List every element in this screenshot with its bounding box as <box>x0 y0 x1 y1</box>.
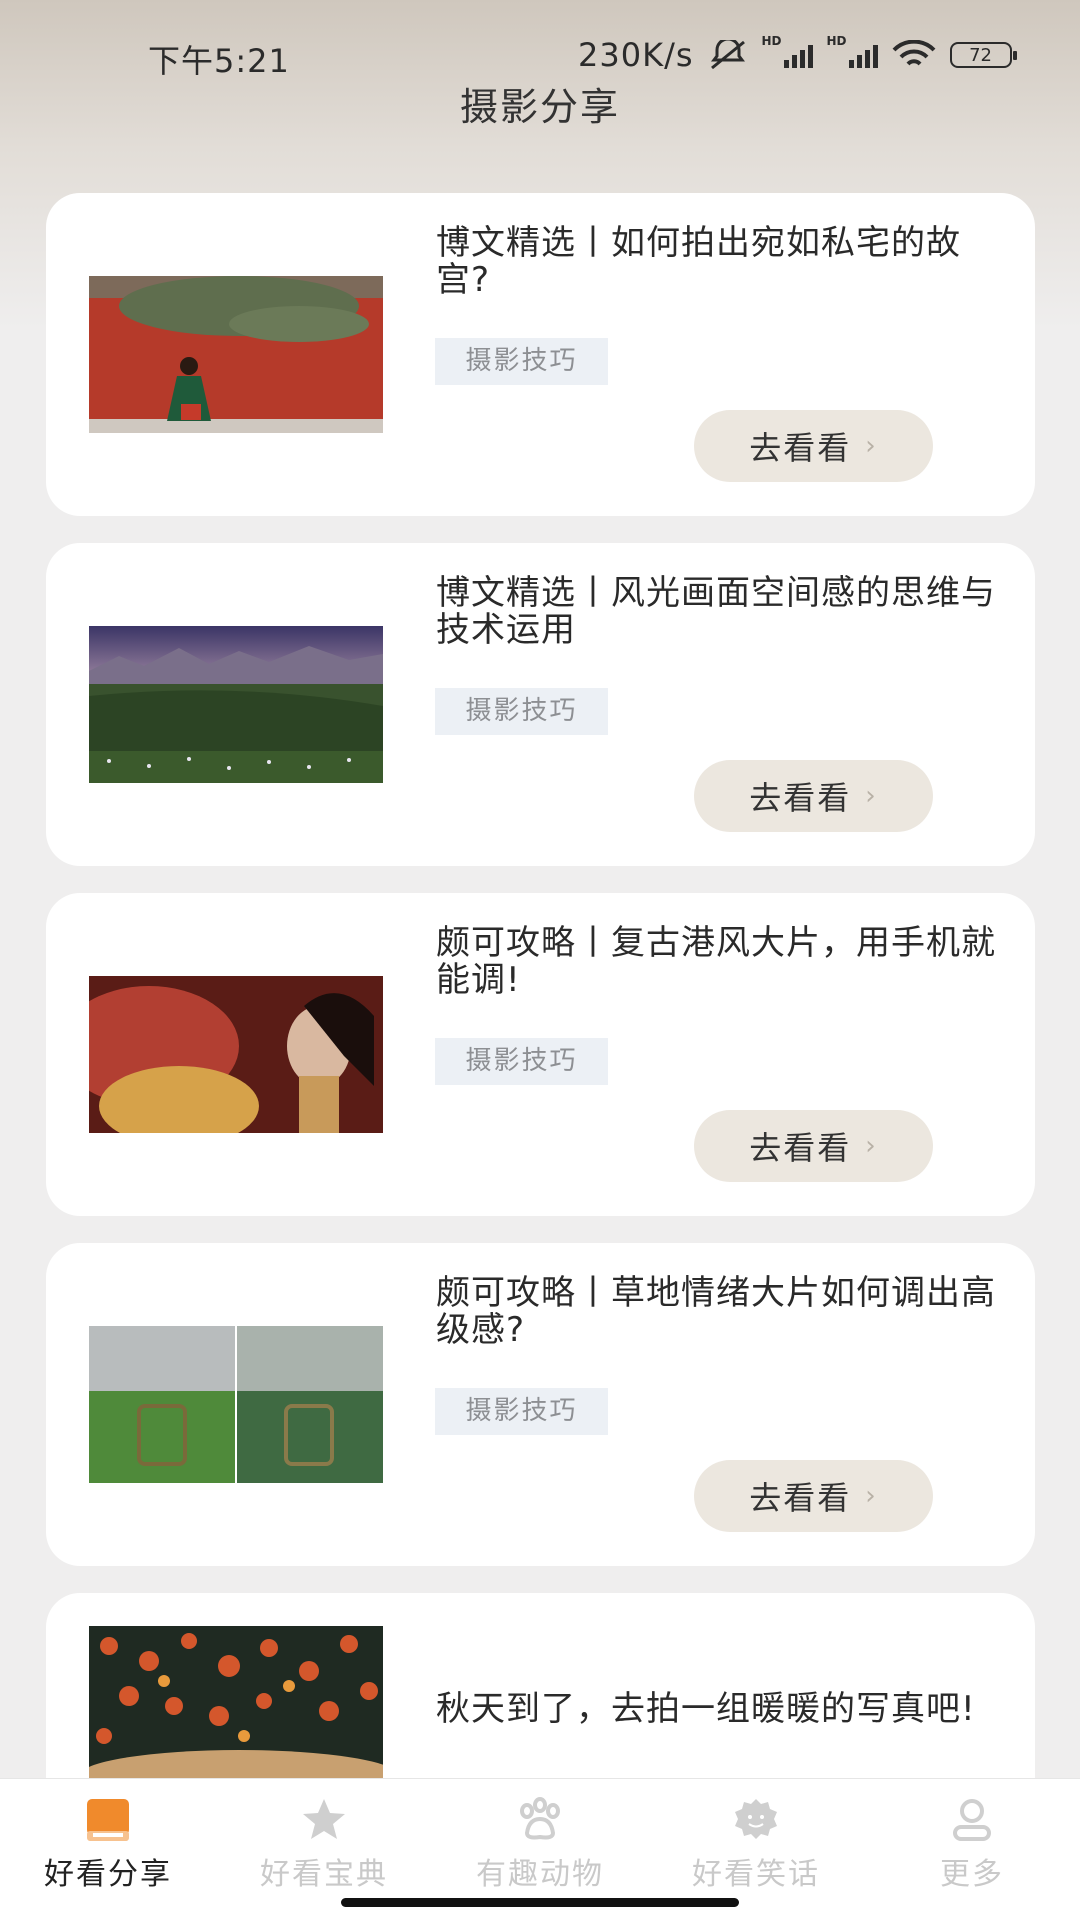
page-title: 摄影分享 <box>459 85 620 129</box>
tab-youqu-dongwu[interactable]: 有趣动物 <box>450 1797 630 1893</box>
tab-haokan-fenxiang[interactable]: 好看分享 <box>18 1797 198 1893</box>
article-card[interactable]: 博文精选丨如何拍出宛如私宅的故宫? 摄影技巧 去看看 › <box>46 193 1035 516</box>
star-icon <box>303 1799 345 1839</box>
article-card[interactable]: 博文精选丨风光画面空间感的思维与技术运用 摄影技巧 去看看 › <box>46 543 1035 866</box>
article-thumbnail <box>89 276 383 433</box>
view-article-button[interactable]: 去看看 › <box>694 1110 933 1182</box>
wifi-icon <box>892 40 935 66</box>
view-article-label: 去看看 <box>749 429 852 467</box>
chevron-right-icon: › <box>865 781 878 811</box>
category-tag: 摄影技巧 <box>435 1038 608 1085</box>
book-icon <box>87 1799 129 1841</box>
article-title: 颇可攻略丨复古港风大片，用手机就能调! <box>436 923 996 1000</box>
person-icon <box>953 1799 991 1841</box>
article-title: 博文精选丨如何拍出宛如私宅的故宫? <box>436 223 961 300</box>
article-title: 博文精选丨风光画面空间感的思维与技术运用 <box>436 573 996 650</box>
article-card[interactable]: 颇可攻略丨复古港风大片，用手机就能调! 摄影技巧 去看看 › <box>46 893 1035 1216</box>
category-tag: 摄影技巧 <box>435 338 608 385</box>
mute-icon <box>710 40 745 70</box>
article-title: 秋天到了，去拍一组暖暖的写真吧! <box>436 1689 976 1729</box>
view-article-button[interactable]: 去看看 › <box>694 1460 933 1532</box>
view-article-label: 去看看 <box>749 1129 852 1167</box>
tab-label: 有趣动物 <box>476 1857 604 1892</box>
tab-haokan-xiaohua[interactable]: 好看笑话 <box>666 1797 846 1893</box>
battery-icon: 72 <box>949 42 1017 68</box>
category-tag: 摄影技巧 <box>435 688 608 735</box>
article-card[interactable]: 颇可攻略丨草地情绪大片如何调出高级感? 摄影技巧 去看看 › <box>46 1243 1035 1566</box>
article-thumbnail <box>89 1326 383 1483</box>
article-thumbnail <box>89 626 383 783</box>
tab-label: 好看笑话 <box>692 1857 820 1892</box>
tab-label: 好看宝典 <box>260 1857 388 1892</box>
tab-label: 好看分享 <box>44 1857 172 1892</box>
article-thumbnail <box>89 976 383 1133</box>
article-list: 博文精选丨如何拍出宛如私宅的故宫? 摄影技巧 去看看 › 博文精选丨风光画面空间… <box>46 193 1035 1920</box>
smile-badge-icon <box>735 1799 777 1839</box>
hd-signal-icon: HD <box>827 34 878 68</box>
chevron-right-icon: › <box>865 1131 878 1161</box>
view-article-button[interactable]: 去看看 › <box>694 760 933 832</box>
view-article-label: 去看看 <box>749 1479 852 1517</box>
tab-haokan-baodian[interactable]: 好看宝典 <box>234 1797 414 1893</box>
view-article-label: 去看看 <box>749 779 852 817</box>
view-article-button[interactable]: 去看看 › <box>694 410 933 482</box>
article-title: 颇可攻略丨草地情绪大片如何调出高级感? <box>436 1273 996 1350</box>
chevron-right-icon: › <box>865 431 878 461</box>
category-tag: 摄影技巧 <box>435 1388 608 1435</box>
network-speed: 230K/s <box>578 36 694 74</box>
tab-more[interactable]: 更多 <box>882 1797 1062 1893</box>
status-icons: 230K/s HD HD 72 <box>578 34 1017 74</box>
hd-signal-icon: HD <box>762 34 813 68</box>
home-indicator <box>341 1898 739 1907</box>
chevron-right-icon: › <box>865 1481 878 1511</box>
tab-label: 更多 <box>940 1857 1004 1892</box>
paw-icon <box>520 1797 560 1840</box>
